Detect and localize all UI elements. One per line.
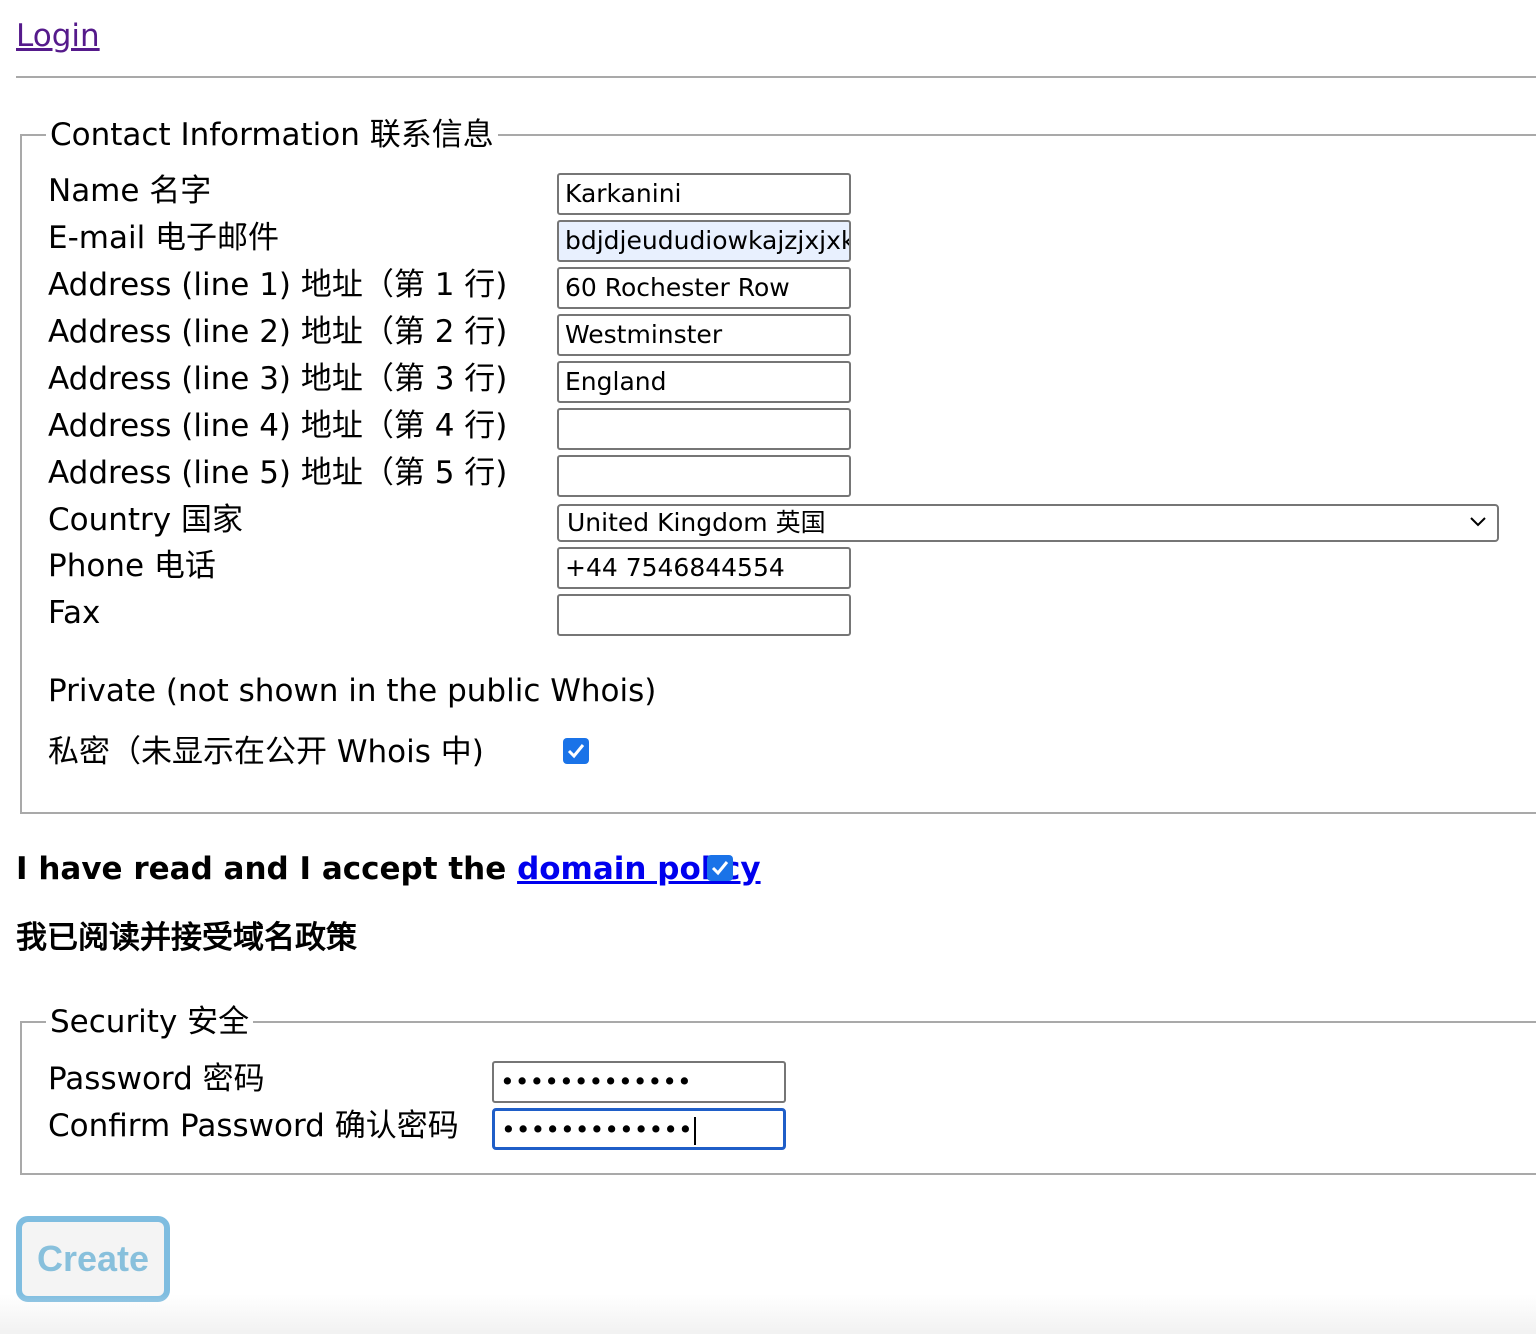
confirm-password-label: Confirm Password 确认密码	[48, 1108, 459, 1144]
country-select[interactable]: United Kingdom 英国	[557, 504, 1499, 542]
address-line-2-label: Address (line 2) 地址（第 2 行)	[48, 314, 508, 350]
fax-input[interactable]	[557, 594, 851, 636]
address-line-4-label: Address (line 4) 地址（第 4 行)	[48, 408, 508, 444]
policy-text: I have read and I accept the	[16, 851, 518, 887]
address-line-5-label: Address (line 5) 地址（第 5 行)	[48, 455, 508, 491]
email-label: E-mail 电子邮件	[48, 220, 280, 256]
text-cursor	[693, 1117, 696, 1145]
country-select-value: United Kingdom 英国	[567, 508, 826, 537]
policy-checkbox[interactable]	[707, 855, 733, 881]
phone-input[interactable]: +44 7546844554	[557, 547, 851, 589]
checkmark-icon	[567, 744, 585, 759]
policy-line: I have read and I accept the domain poli…	[16, 851, 761, 887]
private-label-zh: 私密（未显示在公开 Whois 中)	[48, 734, 484, 770]
address-line-5-input[interactable]	[557, 455, 851, 497]
private-label-en: Private (not shown in the public Whois)	[48, 673, 657, 709]
address-line-4-input[interactable]	[557, 408, 851, 450]
address-line-1-input[interactable]: 60 Rochester Row	[557, 267, 851, 309]
email-input[interactable]: bdjdjeududiowkajzjxjxk@	[557, 220, 851, 262]
policy-text-zh: 我已阅读并接受域名政策	[16, 920, 357, 956]
address-line-2-input[interactable]: Westminster	[557, 314, 851, 356]
address-line-3-label: Address (line 3) 地址（第 3 行)	[48, 361, 508, 397]
confirm-password-input[interactable]: •••••••••••••	[492, 1108, 786, 1150]
contact-information-legend: Contact Information 联系信息	[50, 117, 494, 153]
fax-label: Fax	[48, 595, 101, 631]
password-label: Password 密码	[48, 1061, 265, 1097]
name-label: Name 名字	[48, 173, 212, 209]
checkmark-icon	[711, 861, 729, 876]
chevron-down-icon	[1470, 517, 1486, 527]
bottom-shade	[0, 1294, 1536, 1334]
create-button[interactable]: Create	[16, 1216, 170, 1302]
address-line-3-input[interactable]: England	[557, 361, 851, 403]
address-line-1-label: Address (line 1) 地址（第 1 行)	[48, 267, 508, 303]
login-link[interactable]: Login	[16, 18, 100, 54]
horizontal-rule	[16, 76, 1536, 78]
password-input[interactable]: •••••••••••••	[492, 1061, 786, 1103]
confirm-password-value: •••••••••••••	[501, 1115, 693, 1144]
name-input[interactable]: Karkanini	[557, 173, 851, 215]
security-legend: Security 安全	[50, 1004, 250, 1040]
country-label: Country 国家	[48, 502, 244, 538]
private-checkbox[interactable]	[563, 738, 589, 764]
phone-label: Phone 电话	[48, 548, 216, 584]
